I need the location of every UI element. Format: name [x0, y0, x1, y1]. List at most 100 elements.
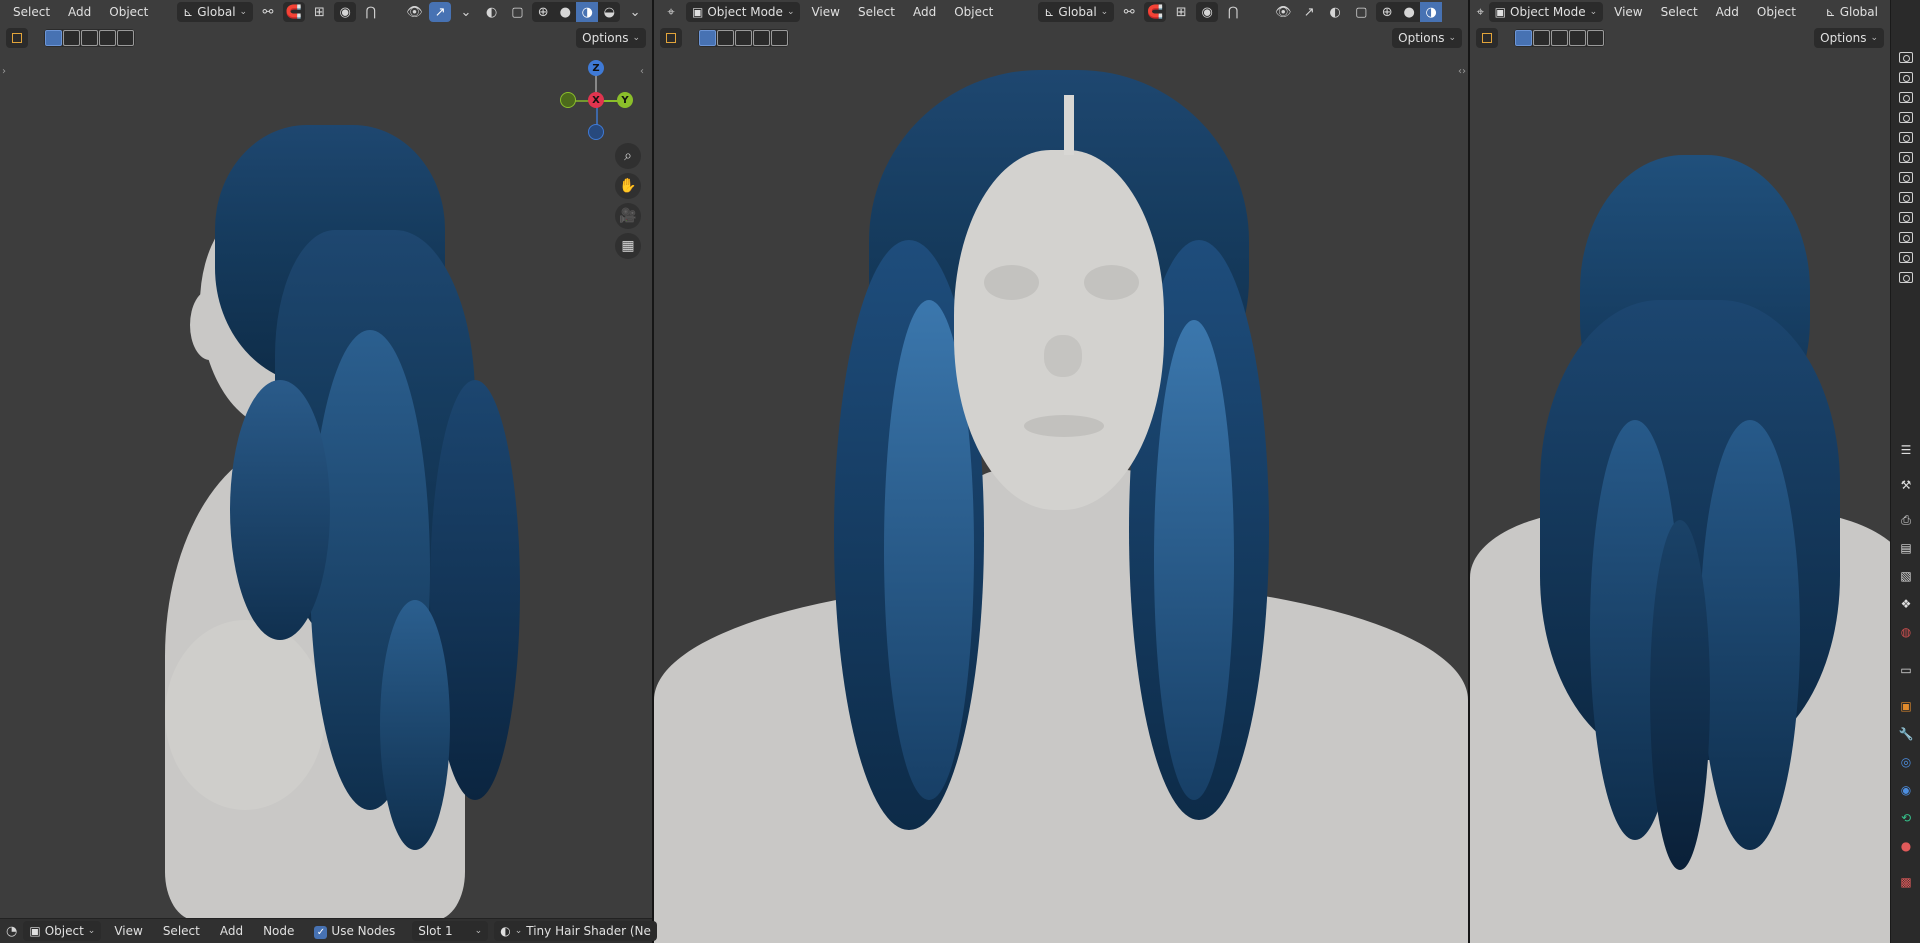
gizmo-z-axis[interactable]: Z	[588, 60, 604, 76]
viewport-right[interactable]: ⌖ ▣ Object Mode ⌄ View Select Add Object…	[1470, 0, 1890, 943]
proportional-editing-icon[interactable]: ◉	[1196, 2, 1219, 22]
options-dropdown[interactable]: Options ⌄	[576, 28, 646, 48]
editor-type-icon[interactable]: ⌖	[1476, 2, 1485, 22]
pivot-icon[interactable]: ⚯	[1118, 2, 1140, 22]
material-shading-icon[interactable]: ◑	[1420, 2, 1443, 22]
zoom-icon[interactable]: ⌕	[615, 143, 641, 169]
shader-type-dropdown[interactable]: ▣ Object ⌄	[23, 921, 102, 941]
visibility-icon[interactable]: 👁	[404, 2, 426, 22]
camera-icon[interactable]	[1899, 232, 1913, 243]
menu-view[interactable]: View	[1607, 2, 1649, 22]
camera-icon[interactable]	[1899, 92, 1913, 103]
world-properties-icon[interactable]: ◍	[1896, 622, 1916, 642]
falloff-icon[interactable]: ⋂	[1222, 2, 1244, 22]
object-mode-dropdown[interactable]: ▣ Object Mode ⌄	[1488, 2, 1604, 22]
material-shading-icon[interactable]: ◑	[576, 2, 599, 22]
select-tool-icon[interactable]	[1476, 28, 1498, 48]
snap-icon[interactable]: 🧲	[1144, 2, 1167, 22]
transform-orientation-dropdown[interactable]: ⊾ Global ⌄	[1038, 2, 1115, 22]
gizmo-toggle-icon[interactable]: ↗	[429, 2, 452, 22]
chevron-down-icon[interactable]: ⌄	[455, 2, 477, 22]
camera-icon[interactable]	[1899, 52, 1913, 63]
wireframe-shading-icon[interactable]: ⊕	[532, 2, 554, 22]
slot-dropdown[interactable]: Slot 1 ⌄	[412, 921, 489, 941]
chevron-down-icon[interactable]: ⌄	[624, 2, 646, 22]
gizmo-toggle-icon[interactable]: ↗	[1298, 2, 1320, 22]
viewport-center[interactable]: ⌖ ▣ Object Mode ⌄ View Select Add Object…	[654, 0, 1468, 943]
viewport-left[interactable]: Select Add Object ⊾ Global ⌄ ⚯ 🧲 ⊞ ◉ ⋂ 👁…	[0, 0, 652, 943]
physics-properties-icon[interactable]: ◉	[1896, 780, 1916, 800]
camera-icon[interactable]	[1899, 152, 1913, 163]
falloff-icon[interactable]: ⋂	[360, 2, 382, 22]
overlays-icon[interactable]: ◐	[481, 2, 503, 22]
gizmo-neg-y-axis[interactable]	[560, 92, 576, 108]
menu-object[interactable]: Object	[1750, 2, 1803, 22]
options-dropdown[interactable]: Options ⌄	[1814, 28, 1884, 48]
selection-mode-buttons[interactable]	[44, 29, 135, 47]
snap-target-icon[interactable]: ⊞	[309, 2, 331, 22]
properties-editor-icon[interactable]: ☰	[1896, 440, 1916, 460]
menu-add[interactable]: Add	[61, 2, 98, 22]
select-tool-icon[interactable]	[6, 28, 28, 48]
render-properties-icon[interactable]: ⎙	[1896, 510, 1916, 530]
tool-properties-icon[interactable]: ⚒	[1896, 475, 1916, 495]
view-layer-icon[interactable]: ▧	[1896, 566, 1916, 586]
editor-type-icon[interactable]: ◔	[6, 921, 17, 941]
menu-view[interactable]: View	[107, 921, 149, 941]
menu-select[interactable]: Select	[851, 2, 902, 22]
xray-icon[interactable]: ▢	[1350, 2, 1372, 22]
gizmo-neg-z-axis[interactable]	[588, 124, 604, 140]
constraint-properties-icon[interactable]: ⟲	[1896, 808, 1916, 828]
editor-type-icon[interactable]: ⌖	[660, 2, 682, 22]
collection-properties-icon[interactable]: ▭	[1896, 660, 1916, 680]
camera-icon[interactable]	[1899, 112, 1913, 123]
menu-object[interactable]: Object	[102, 2, 155, 22]
solid-shading-icon[interactable]: ●	[554, 2, 576, 22]
camera-icon[interactable]	[1899, 72, 1913, 83]
menu-add[interactable]: Add	[213, 921, 250, 941]
camera-view-icon[interactable]: 🎥	[615, 203, 641, 229]
expand-toolbar-icon[interactable]: ›	[2, 66, 6, 77]
menu-select[interactable]: Select	[156, 921, 207, 941]
menu-add[interactable]: Add	[1709, 2, 1746, 22]
texture-properties-icon[interactable]: ▩	[1896, 872, 1916, 892]
camera-icon[interactable]	[1899, 252, 1913, 263]
particle-properties-icon[interactable]: ◎	[1896, 752, 1916, 772]
menu-object[interactable]: Object	[947, 2, 1000, 22]
object-mode-dropdown[interactable]: ▣ Object Mode ⌄	[686, 2, 801, 22]
xray-icon[interactable]: ▢	[507, 2, 529, 22]
menu-node[interactable]: Node	[256, 921, 301, 941]
camera-icon[interactable]	[1899, 172, 1913, 183]
options-dropdown[interactable]: Options ⌄	[1392, 28, 1462, 48]
wireframe-shading-icon[interactable]: ⊕	[1376, 2, 1398, 22]
material-selector[interactable]: ◐ ⌄ Tiny Hair Shader (Ne	[494, 921, 657, 941]
visibility-icon[interactable]: 👁	[1272, 2, 1294, 22]
checkbox-checked-icon[interactable]: ✓	[314, 925, 328, 939]
gizmo-y-axis[interactable]: Y	[617, 92, 633, 108]
modifier-properties-icon[interactable]: 🔧	[1896, 724, 1916, 744]
pivot-icon[interactable]: ⚯	[257, 2, 279, 22]
overlays-icon[interactable]: ◐	[1324, 2, 1346, 22]
menu-select[interactable]: Select	[6, 2, 57, 22]
scene-properties-icon[interactable]: ❖	[1896, 594, 1916, 614]
material-properties-icon[interactable]: ●	[1896, 836, 1916, 856]
proportional-editing-icon[interactable]: ◉	[334, 2, 357, 22]
perspective-grid-icon[interactable]: ▦	[615, 233, 641, 259]
navigation-gizmo[interactable]: Z X Y	[560, 58, 633, 142]
expand-sidebar-icon[interactable]: ‹	[640, 66, 644, 77]
select-tool-icon[interactable]	[660, 28, 682, 48]
menu-select[interactable]: Select	[1654, 2, 1705, 22]
snap-target-icon[interactable]: ⊞	[1170, 2, 1192, 22]
camera-icon[interactable]	[1899, 212, 1913, 223]
menu-view[interactable]: View	[804, 2, 846, 22]
gizmo-x-axis[interactable]: X	[588, 92, 604, 108]
camera-icon[interactable]	[1899, 272, 1913, 283]
expand-sidebar-icon[interactable]: ‹›	[1458, 66, 1466, 77]
object-properties-icon[interactable]: ▣	[1896, 696, 1916, 716]
use-nodes-toggle[interactable]: ✓ Use Nodes	[307, 921, 402, 942]
selection-mode-buttons[interactable]	[1514, 29, 1605, 47]
camera-icon[interactable]	[1899, 132, 1913, 143]
rendered-shading-icon[interactable]: ◒	[598, 2, 620, 22]
output-properties-icon[interactable]: ▤	[1896, 538, 1916, 558]
menu-add[interactable]: Add	[906, 2, 943, 22]
